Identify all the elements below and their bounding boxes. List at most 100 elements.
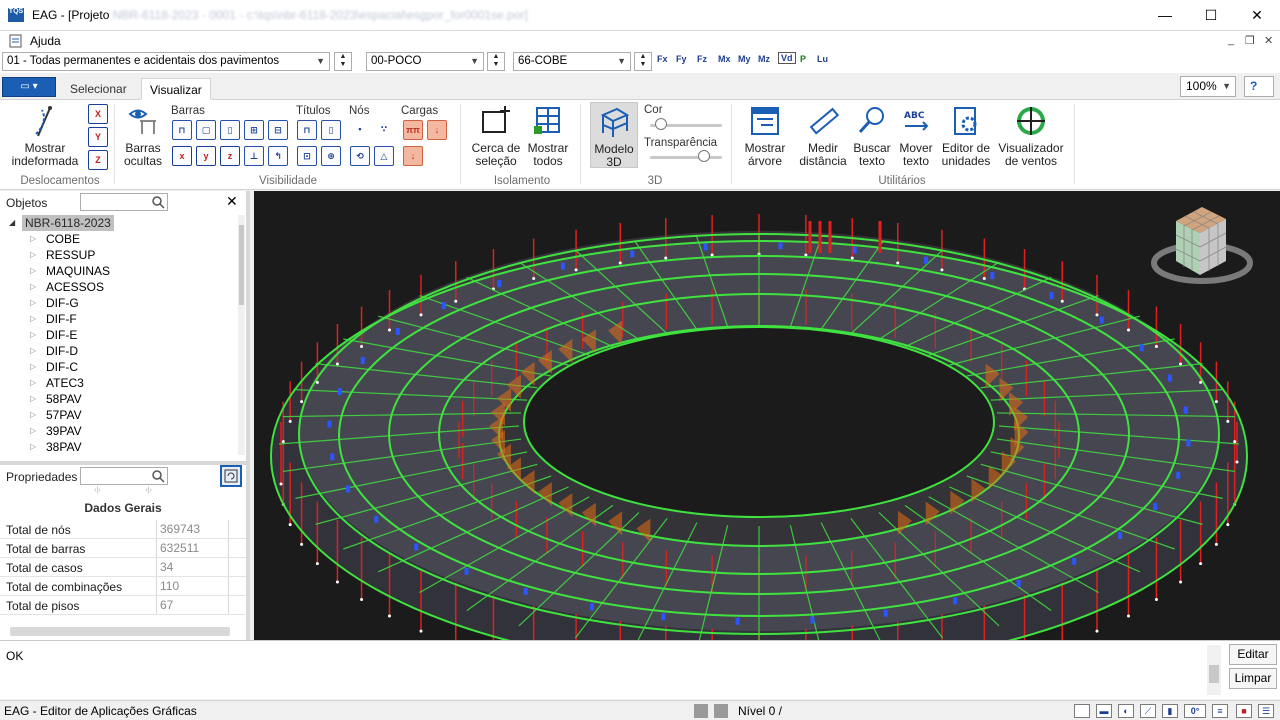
floor-to-spinner[interactable]: ▲ ▼ [634,52,652,71]
output-scrollbar[interactable] [1207,645,1221,695]
fz-icon[interactable]: Fz [697,54,707,64]
status-record-icon[interactable]: ■ [1236,704,1252,718]
fx-icon[interactable]: Fx [657,54,668,64]
objects-search-input[interactable] [80,193,168,211]
bars-axis-button[interactable]: ⊥ [244,146,264,166]
close-button[interactable]: ✕ [1234,0,1280,31]
transparency-slider-knob[interactable] [698,150,710,162]
nodes-support-button[interactable]: △ [374,146,394,166]
loads-nodal-button[interactable]: ↓ [403,146,423,166]
wind-viewer-button[interactable]: Visualizador de ventos [996,104,1066,168]
collapse-triangle-icon[interactable]: ▷ [30,279,36,295]
tab-visualizar[interactable]: Visualizar [141,78,211,100]
nodes-dot-button[interactable]: • [350,120,370,140]
3d-viewport[interactable] [254,191,1280,640]
displacement-y-button[interactable]: Y [88,127,108,147]
status-list-icon[interactable]: ☰ [1258,704,1274,718]
p-icon[interactable]: P [800,54,806,64]
unit-editor-button[interactable]: Editor de unidades [938,104,994,168]
find-text-button[interactable]: Buscar texto [850,104,894,168]
mdi-restore-button[interactable]: ❐ [1245,34,1255,47]
bars-grid-button[interactable]: ⊟ [268,120,288,140]
property-row[interactable]: Total de barras 632511 [0,539,246,558]
status-line-icon[interactable]: ▬ [1096,704,1112,718]
titles-nodes-button[interactable]: ⊡ [297,146,317,166]
edit-button[interactable]: Editar [1229,644,1277,665]
collapse-triangle-icon[interactable]: ▷ [30,327,36,343]
maximize-button[interactable]: ☐ [1188,0,1234,31]
color-slider-knob[interactable] [654,118,667,130]
nodes-restraint-button[interactable]: ⟲ [350,146,370,166]
properties-search-input[interactable] [80,467,168,485]
fy-icon[interactable]: Fy [676,54,687,64]
app-menu-button[interactable]: ▭ ▾ [2,77,56,97]
property-row[interactable]: Total de combinações 110 [0,577,246,596]
load-case-spinner[interactable]: ▲ ▼ [334,52,352,71]
my-icon[interactable]: My [738,54,751,64]
column-resize-handles[interactable]: ‹|› ‹|› [0,487,246,495]
tree-scrollbar[interactable] [238,215,245,455]
property-row[interactable]: Total de nós 369743 [0,520,246,539]
properties-horizontal-scrollbar[interactable] [10,627,230,636]
loads-distributed-button[interactable]: ππ [403,120,423,140]
collapse-triangle-icon[interactable]: ▷ [30,343,36,359]
zoom-combo[interactable]: 100% ▼ [1180,76,1236,97]
floor-from-combo[interactable]: 00-POCO ▼ [366,52,484,71]
collapse-triangle-icon[interactable]: ▷ [30,391,36,407]
model-3d-button[interactable]: Modelo 3D [590,102,638,169]
fence-selection-button[interactable]: Cerca de seleção [468,104,524,168]
collapse-triangle-icon[interactable]: ▷ [30,247,36,263]
titles-supports-button[interactable]: ⊕ [321,146,341,166]
mx-icon[interactable]: Mx [718,54,731,64]
displacement-x-button[interactable]: X [88,104,108,124]
bars-column-button[interactable]: ▯ [220,120,240,140]
expand-triangle-icon[interactable]: ◢ [9,215,15,231]
tab-selecionar[interactable]: Selecionar [62,78,135,100]
mdi-minimize-button[interactable]: _ [1228,34,1234,46]
collapse-triangle-icon[interactable]: ▷ [30,359,36,375]
loads-point-button[interactable]: ↓ [427,120,447,140]
mz-icon[interactable]: Mz [758,54,770,64]
menu-help[interactable]: Ajuda [30,34,61,48]
show-deformed-button[interactable]: Mostrar indeformada [6,104,84,168]
transparency-slider[interactable] [650,156,722,159]
collapse-triangle-icon[interactable]: ▷ [30,439,36,455]
property-row[interactable]: Total de casos 34 [0,558,246,577]
bars-local-y-button[interactable]: y [196,146,216,166]
titles-columns-button[interactable]: ▯ [321,120,341,140]
structural-3d-model[interactable] [254,191,1280,640]
mdi-close-button[interactable]: ✕ [1264,34,1273,47]
titles-bars-button[interactable]: ⊓ [297,120,317,140]
status-angle[interactable]: 0° [1184,704,1206,718]
property-row[interactable]: Total de pisos 67 [0,596,246,615]
nodes-labels-button[interactable]: ∵ [374,120,394,140]
collapse-triangle-icon[interactable]: ▷ [30,375,36,391]
hidden-bars-button[interactable]: Barras ocultas [118,104,168,168]
collapse-triangle-icon[interactable]: ▷ [30,263,36,279]
status-ortho-icon[interactable]: ⟋ [1140,704,1156,718]
bars-local-z-button[interactable]: z [220,146,240,166]
bars-local-x-button[interactable]: x [172,146,192,166]
bars-slab-button[interactable]: ⊞ [244,120,264,140]
status-blank-icon[interactable] [1074,704,1090,718]
status-grid-icon[interactable]: ▮ [1162,704,1178,718]
measure-distance-button[interactable]: Medir distância [796,104,850,168]
status-layers-icon[interactable]: ≡ [1212,704,1228,718]
show-tree-button[interactable]: Mostrar árvore [740,104,790,168]
collapse-triangle-icon[interactable]: ▷ [30,231,36,247]
floor-to-combo[interactable]: 66-COBE ▼ [513,52,631,71]
collapse-triangle-icon[interactable]: ▷ [30,423,36,439]
collapse-triangle-icon[interactable]: ▷ [30,295,36,311]
load-case-combo[interactable]: 01 - Todas permanentes e acidentais dos … [2,52,330,71]
close-icon[interactable]: ✕ [226,193,238,210]
bars-frame-button[interactable]: ▢ [196,120,216,140]
bars-beam-button[interactable]: ⊓ [172,120,192,140]
properties-refresh-button[interactable] [220,465,242,487]
lu-icon[interactable]: Lu [817,54,828,64]
move-text-button[interactable]: ABC Mover texto [894,104,938,168]
clear-button[interactable]: Limpar [1229,668,1277,689]
vd-icon[interactable]: Vd [778,52,796,64]
displacement-z-button[interactable]: Z [88,150,108,170]
help-button[interactable]: ? [1244,76,1274,97]
bars-orientation-button[interactable]: ↰ [268,146,288,166]
